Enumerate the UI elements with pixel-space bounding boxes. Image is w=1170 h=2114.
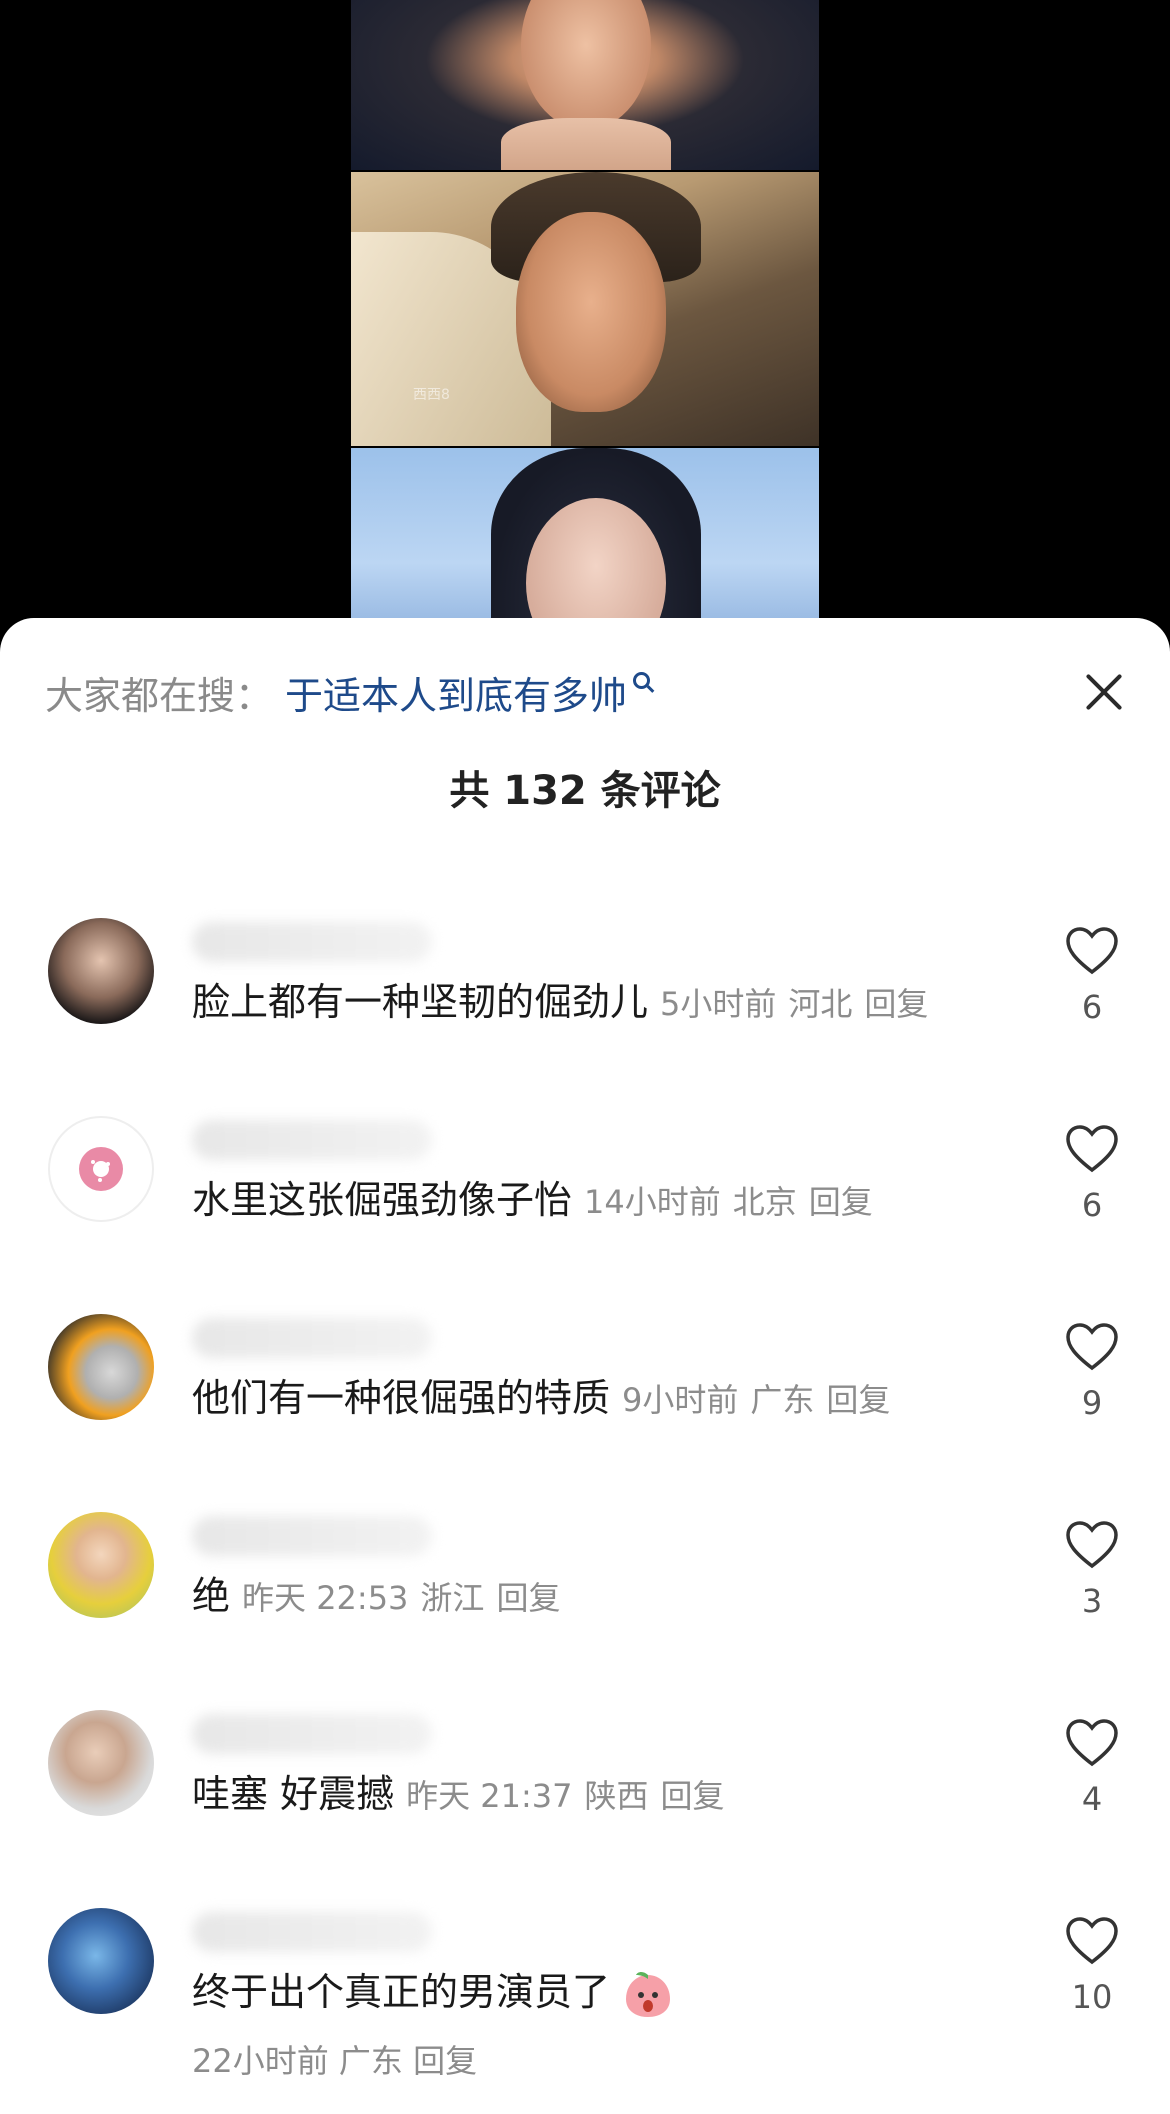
username-blurred[interactable] [192,1318,432,1358]
like-button[interactable]: 9 [1062,1322,1122,1422]
comment-body: 哇塞 好震撼 昨天 21:37 陕西 回复 [192,1768,725,1822]
comment-time: 昨天 21:37 [406,1777,573,1815]
video-frame-bottom [351,448,819,640]
avatar[interactable] [48,1710,154,1816]
like-button[interactable]: 6 [1062,1124,1122,1224]
search-icon [633,671,651,689]
comment-location: 河北 [788,985,853,1023]
username-blurred[interactable] [192,1912,432,1952]
comment-item: 终于出个真正的男演员了 22小时前 广东 回复 10 [0,1908,1170,2088]
like-count: 6 [1081,988,1103,1026]
search-prefix: 大家都在搜： [45,673,274,718]
scared-peach-emoji-icon [626,1971,671,2017]
comment-text: 绝 [192,1574,231,1618]
heart-icon [1066,1521,1118,1569]
reply-button[interactable]: 回复 [864,985,928,1023]
like-count: 10 [1071,1978,1113,2016]
video-frame-top [351,0,819,170]
comment-body: 他们有一种很倔强的特质 9小时前 广东 回复 [192,1372,890,1426]
like-button[interactable]: 4 [1062,1718,1122,1818]
avatar[interactable] [48,1116,154,1222]
avatar[interactable] [48,1908,154,2014]
reply-button[interactable]: 回复 [661,1777,725,1815]
comment-time: 5小时前 [660,985,777,1023]
comment-body: 终于出个真正的男演员了 [192,1966,674,2021]
heart-icon [1066,927,1118,975]
username-blurred[interactable] [192,922,432,962]
comment-meta: 22小时前 广东 回复 [192,2036,477,2082]
username-blurred[interactable] [192,1516,432,1556]
comment-location: 广东 [750,1381,815,1419]
search-query-link[interactable]: 于适本人到底有多帅 [285,665,627,720]
video-frame-middle: 西西8 [351,172,819,446]
comment-text: 水里这张倔强劲像子怡 [192,1178,573,1222]
avatar[interactable] [48,1314,154,1420]
video-player[interactable]: 西西8 [0,0,1170,640]
comment-location: 陕西 [584,1777,649,1815]
comment-item: 水里这张倔强劲像子怡 14小时前 北京 回复 6 [0,1116,1170,1296]
comment-location: 北京 [732,1183,797,1221]
comment-text: 哇塞 好震撼 [192,1772,395,1816]
like-count: 9 [1081,1384,1103,1422]
donut-icon [79,1147,123,1191]
like-button[interactable]: 6 [1062,926,1122,1026]
comments-sheet: 大家都在搜： 于适本人到底有多帅 共 132 条评论 脸上都有一种坚韧的倔劲儿 5… [0,618,1170,2114]
comment-text: 终于出个真正的男演员了 [192,1970,611,2014]
like-count: 6 [1081,1186,1103,1224]
comment-item: 绝昨天 22:53 浙江 回复 3 [0,1512,1170,1692]
comment-item: 他们有一种很倔强的特质 9小时前 广东 回复 9 [0,1314,1170,1494]
comment-time: 9小时前 [622,1381,739,1419]
username-blurred[interactable] [192,1120,432,1160]
like-count: 3 [1081,1582,1103,1620]
comment-time: 昨天 22:53 [242,1579,409,1617]
heart-icon [1066,1125,1118,1173]
reply-button[interactable]: 回复 [496,1579,560,1617]
comment-location: 广东 [338,2042,403,2080]
like-button[interactable]: 3 [1062,1520,1122,1620]
video-watermark: 西西8 [413,387,450,403]
reply-button[interactable]: 回复 [809,1183,873,1221]
avatar[interactable] [48,1512,154,1618]
comment-body: 水里这张倔强劲像子怡 14小时前 北京 回复 [192,1174,873,1228]
username-blurred[interactable] [192,1714,432,1754]
heart-icon [1066,1323,1118,1371]
reply-button[interactable]: 回复 [413,2042,477,2080]
avatar[interactable] [48,918,154,1024]
heart-icon [1066,1719,1118,1767]
comment-time: 22小时前 [192,2042,329,2080]
comment-location: 浙江 [420,1579,485,1617]
comment-time: 14小时前 [584,1183,721,1221]
comment-text: 脸上都有一种坚韧的倔劲儿 [192,980,649,1024]
trending-search[interactable]: 大家都在搜： 于适本人到底有多帅 [45,668,651,718]
comments-count-title: 共 132 条评论 [449,768,721,814]
heart-icon [1066,1917,1118,1965]
reply-button[interactable]: 回复 [826,1381,890,1419]
comment-body: 绝昨天 22:53 浙江 回复 [192,1570,560,1624]
like-count: 4 [1081,1780,1103,1818]
comment-item: 脸上都有一种坚韧的倔劲儿 5小时前 河北 回复 6 [0,918,1170,1098]
like-button[interactable]: 10 [1062,1916,1122,2016]
comment-item: 哇塞 好震撼 昨天 21:37 陕西 回复 4 [0,1710,1170,1890]
comment-text: 他们有一种很倔强的特质 [192,1376,611,1420]
comment-body: 脸上都有一种坚韧的倔劲儿 5小时前 河北 回复 [192,976,928,1030]
close-icon[interactable] [1078,666,1130,718]
